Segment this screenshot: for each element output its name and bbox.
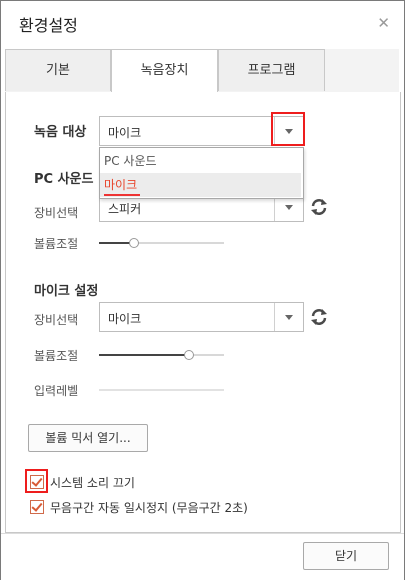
tab-content: 녹음 대상 마이크 PC 사운드 장비선택 스피커 볼륨조절 마이크 설정 장비… — [5, 92, 401, 533]
pc-device-label: 장비선택 — [34, 206, 79, 220]
chevron-down-icon — [285, 205, 293, 210]
mic-volume-fill — [99, 354, 189, 356]
mic-device-dropdown-button[interactable] — [274, 303, 303, 331]
dialog-footer: 닫기 — [1, 533, 404, 580]
auto-pause-label: 무음구간 자동 일시정지 (무음구간 2초) — [50, 501, 248, 515]
input-level-meter — [99, 389, 224, 391]
dropdown-option-mic[interactable]: 마이크 — [100, 173, 301, 197]
chevron-down-icon — [285, 315, 293, 320]
mute-system-sound-label: 시스템 소리 끄기 — [50, 476, 135, 490]
record-target-label: 녹음 대상 — [34, 125, 87, 140]
title-bar: 환경설정 ✕ — [1, 1, 404, 46]
highlight-box-checkbox — [25, 469, 48, 493]
dropdown-option-mic-label: 마이크 — [104, 178, 138, 192]
mic-device-select[interactable]: 마이크 — [99, 302, 304, 332]
pc-device-value: 스피커 — [108, 202, 142, 216]
tab-basic[interactable]: 기본 — [5, 49, 111, 91]
close-icon[interactable]: ✕ — [377, 14, 390, 32]
tab-recording-device[interactable]: 녹음장치 — [111, 49, 218, 93]
input-level-label: 입력레벨 — [34, 384, 79, 398]
dropdown-option-pc-sound[interactable]: PC 사운드 — [100, 149, 301, 173]
pc-volume-thumb[interactable] — [129, 238, 139, 248]
refresh-icon[interactable] — [308, 196, 330, 218]
settings-dialog: 환경설정 ✕ 기본 녹음장치 프로그램 녹음 대상 마이크 PC 사운드 장비선… — [0, 0, 405, 580]
mic-device-label: 장비선택 — [34, 313, 79, 327]
pc-volume-label: 볼륨조절 — [34, 237, 79, 251]
record-target-value: 마이크 — [108, 126, 142, 140]
tab-program[interactable]: 프로그램 — [218, 49, 325, 91]
mic-volume-thumb[interactable] — [184, 350, 194, 360]
pc-sound-heading: PC 사운드 — [34, 172, 94, 187]
mic-heading: 마이크 설정 — [34, 284, 99, 299]
mic-volume-label: 볼륨조절 — [34, 349, 79, 363]
tab-bar: 기본 녹음장치 프로그램 — [5, 49, 399, 93]
auto-pause-checkbox[interactable] — [30, 500, 44, 514]
open-volume-mixer-button[interactable]: 볼륨 믹서 열기... — [28, 424, 148, 452]
refresh-icon[interactable] — [308, 306, 330, 328]
check-icon — [31, 500, 43, 512]
close-button[interactable]: 닫기 — [303, 542, 389, 570]
dialog-title: 환경설정 — [19, 16, 78, 35]
highlight-underline — [104, 194, 140, 196]
record-target-dropdown-list: PC 사운드 마이크 — [99, 147, 304, 199]
mic-device-value: 마이크 — [108, 312, 142, 326]
highlight-box-dropdown — [271, 112, 305, 146]
